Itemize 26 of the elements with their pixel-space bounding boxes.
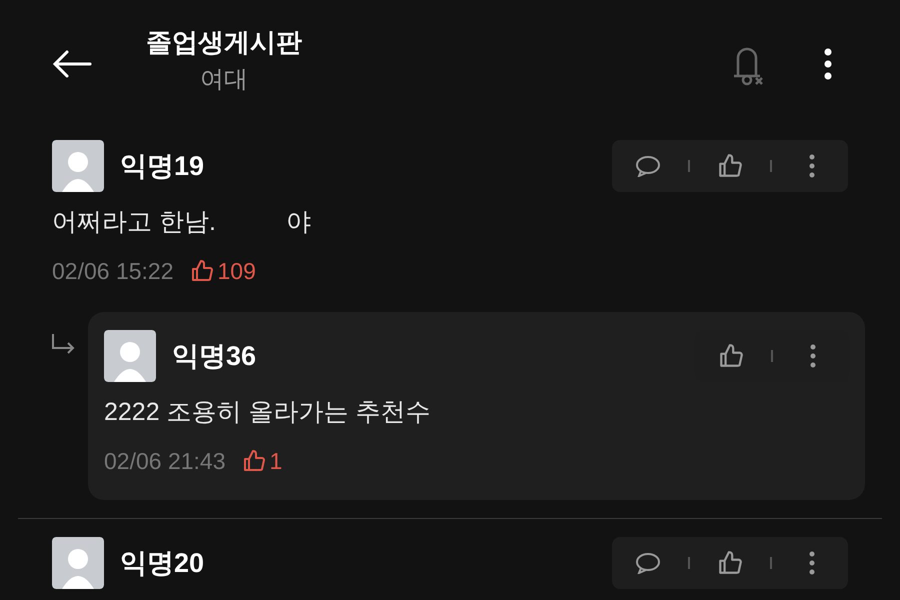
author-name: 익명19 xyxy=(120,150,204,183)
like-icon xyxy=(242,448,266,473)
timestamp: 02/06 21:43 xyxy=(104,446,226,476)
like-icon[interactable] xyxy=(717,550,743,576)
author-name: 익명20 xyxy=(120,546,204,580)
comment-text: 어쩌라고 한남. xyxy=(52,207,216,238)
avatar-icon xyxy=(52,140,104,192)
like-icon[interactable] xyxy=(718,343,744,369)
avatar-icon xyxy=(104,330,156,382)
like-icon[interactable] xyxy=(717,153,743,179)
like-count: 1 xyxy=(270,446,282,476)
board-title: 졸업생게시판 xyxy=(146,26,302,58)
author-name: 익명36 xyxy=(172,340,256,373)
like-icon xyxy=(190,258,214,283)
comment-icon[interactable] xyxy=(635,155,661,177)
timestamp: 02/06 15:22 xyxy=(52,256,174,286)
more-icon[interactable] xyxy=(809,551,815,575)
board-subtitle: 여대 xyxy=(200,64,248,94)
comment-text: 2222 조용히 올라가는 추천수 xyxy=(104,397,430,428)
avatar-icon xyxy=(52,537,104,589)
like-count: 109 xyxy=(218,256,256,286)
more-icon[interactable] xyxy=(810,344,816,368)
more-icon[interactable] xyxy=(824,48,832,80)
more-icon[interactable] xyxy=(809,154,815,178)
comment-icon[interactable] xyxy=(635,552,661,574)
comment-text: 야 xyxy=(286,207,311,238)
